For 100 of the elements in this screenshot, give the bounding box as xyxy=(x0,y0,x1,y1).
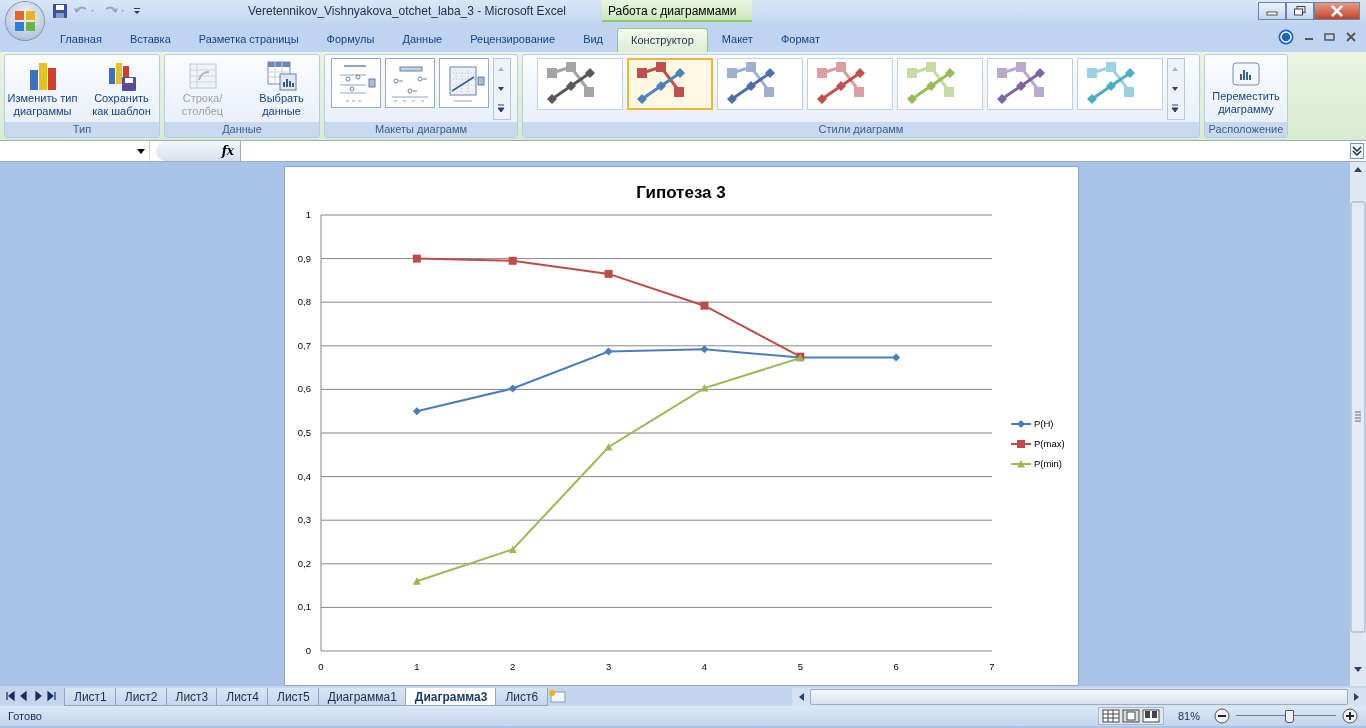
axis-tick-label: 3 xyxy=(605,661,611,672)
sheet-tab[interactable]: Лист3 xyxy=(165,688,219,706)
ribbon-tab[interactable]: Формат xyxy=(766,27,834,52)
axis-tick-label: 0,3 xyxy=(297,514,311,526)
axis-tick-label: 1 xyxy=(413,661,419,672)
ribbon-button[interactable]: Выбрать данные xyxy=(244,58,319,120)
axis-tick-label: 0,9 xyxy=(297,252,311,264)
data-point xyxy=(891,353,900,362)
data-point xyxy=(412,407,421,416)
zoom-in-icon[interactable] xyxy=(1342,708,1358,724)
group-title: Макеты диаграмм xyxy=(325,122,517,137)
group-title: Тип xyxy=(5,122,159,137)
chart-layout-thumbnail[interactable] xyxy=(385,58,435,108)
axis-tick-label: 0,5 xyxy=(297,427,311,438)
data-point xyxy=(699,301,708,310)
axis-tick-label: 0,2 xyxy=(297,557,311,569)
sheet-tab[interactable]: Диаграмма1 xyxy=(317,688,407,706)
group-title: Стили диаграмм xyxy=(523,122,1199,137)
horizontal-scrollbar[interactable] xyxy=(792,688,1366,706)
ribbon-button[interactable]: Переместить диаграмму xyxy=(1208,58,1284,118)
sheet-tab[interactable]: Лист5 xyxy=(267,688,320,706)
ribbon-tab[interactable]: Вставка xyxy=(115,27,185,52)
sheet-tab[interactable]: Лист6 xyxy=(495,688,549,706)
axis-tick-label: 0 xyxy=(317,661,324,672)
normal-view-icon[interactable] xyxy=(1101,709,1120,723)
close-icon[interactable] xyxy=(1346,32,1356,42)
dropdown-caret-icon xyxy=(137,148,145,154)
axis-tick-label: 0,8 xyxy=(297,296,311,308)
expand-formula-bar-icon[interactable] xyxy=(1350,143,1364,159)
page-break-icon[interactable] xyxy=(1141,709,1160,723)
legend-label: P(min) xyxy=(1033,458,1062,469)
window-title: Veretennikov_Vishnyakova_otchet_laba_3 - Microsoft Excel xyxy=(248,4,566,18)
ribbon-tab[interactable]: Рецензирование xyxy=(456,27,570,52)
ribbon-button[interactable]: Изменить тип диаграммы xyxy=(5,58,80,120)
legend-key-icon xyxy=(1009,460,1032,468)
context-title: Работа с диаграммами xyxy=(601,0,752,22)
restore-icon[interactable] xyxy=(1324,32,1336,42)
data-point xyxy=(412,577,421,585)
data-point xyxy=(699,384,708,392)
axis-tick-label: 5 xyxy=(797,661,803,672)
data-point xyxy=(604,269,613,278)
help-icon[interactable] xyxy=(1278,29,1294,45)
gallery-scroll-buttons[interactable] xyxy=(493,58,511,120)
chart-title: Гипотеза 3 xyxy=(635,183,726,202)
save-icon[interactable] xyxy=(52,3,68,19)
insert-function-button[interactable]: fx xyxy=(221,144,234,158)
close-button[interactable] xyxy=(1314,2,1360,20)
legend-key-icon xyxy=(1009,440,1032,448)
page-layout-icon[interactable] xyxy=(1121,709,1140,723)
ribbon-tab[interactable]: Макет xyxy=(707,27,767,52)
ribbon-tab[interactable]: Главная xyxy=(46,27,116,52)
data-point xyxy=(508,545,517,553)
ribbon-tab[interactable]: Конструктор xyxy=(617,28,708,52)
data-point xyxy=(508,384,517,393)
table-chart-icon xyxy=(265,60,298,92)
axis-tick-label: 0,4 xyxy=(297,470,311,482)
status-text: Готово xyxy=(8,710,42,722)
ribbon-tab[interactable]: Вид xyxy=(569,27,618,52)
office-logo-icon xyxy=(12,8,38,34)
sheet-tab[interactable]: Лист4 xyxy=(216,688,269,706)
data-point xyxy=(604,442,613,451)
ribbon-tab[interactable]: Данные xyxy=(388,27,457,52)
ribbon-button[interactable]: Сохранить как шаблон xyxy=(84,58,159,120)
chart-style-thumbnail[interactable] xyxy=(1077,58,1163,110)
table-switch-icon xyxy=(186,60,219,92)
data-point xyxy=(508,256,517,265)
chart-style-thumbnail[interactable] xyxy=(627,58,713,110)
gallery-scroll-buttons[interactable] xyxy=(1167,58,1185,120)
axis-tick-label: 0 xyxy=(305,645,311,656)
zoom-level[interactable]: 81% xyxy=(1177,710,1200,722)
chart-layout-thumbnail[interactable] xyxy=(331,58,381,108)
chart-style-thumbnail[interactable] xyxy=(897,58,983,110)
chart-style-thumbnail[interactable] xyxy=(807,58,893,110)
chart-style-thumbnail[interactable] xyxy=(717,58,803,110)
axis-tick-label: 7 xyxy=(988,661,995,672)
zoom-out-icon[interactable] xyxy=(1214,708,1230,724)
data-point xyxy=(412,254,421,263)
data-point xyxy=(699,345,708,354)
scrollbar-thumb[interactable] xyxy=(810,689,1348,705)
sheet-tab[interactable]: Лист1 xyxy=(64,688,117,706)
slider-thumb[interactable] xyxy=(1285,710,1294,723)
axis-tick-label: 6 xyxy=(893,661,899,672)
axis-tick-label: 4 xyxy=(701,661,707,672)
legend-key-icon xyxy=(1009,420,1032,428)
axis-tick-label: 1 xyxy=(305,209,311,220)
sheet-tab[interactable]: Диаграмма3 xyxy=(404,688,498,706)
axis-tick-label: 2 xyxy=(509,661,515,672)
ribbon-tab[interactable]: Формулы xyxy=(312,27,389,52)
group-title: Расположение xyxy=(1205,122,1287,137)
group-title: Данные xyxy=(165,122,319,137)
chart-style-thumbnail[interactable] xyxy=(537,58,623,110)
restore-button[interactable] xyxy=(1286,2,1314,20)
axis-tick-label: 0,1 xyxy=(297,601,311,613)
restore-icon xyxy=(1294,6,1306,16)
zoom-slider[interactable] xyxy=(1236,708,1336,724)
sheet-tab[interactable]: Лист2 xyxy=(114,688,168,706)
legend-label: P(H) xyxy=(1033,418,1054,429)
ribbon-tab[interactable]: Разметка страницы xyxy=(184,27,313,52)
chart-layout-thumbnail[interactable] xyxy=(439,58,489,108)
chart-style-thumbnail[interactable] xyxy=(987,58,1073,110)
